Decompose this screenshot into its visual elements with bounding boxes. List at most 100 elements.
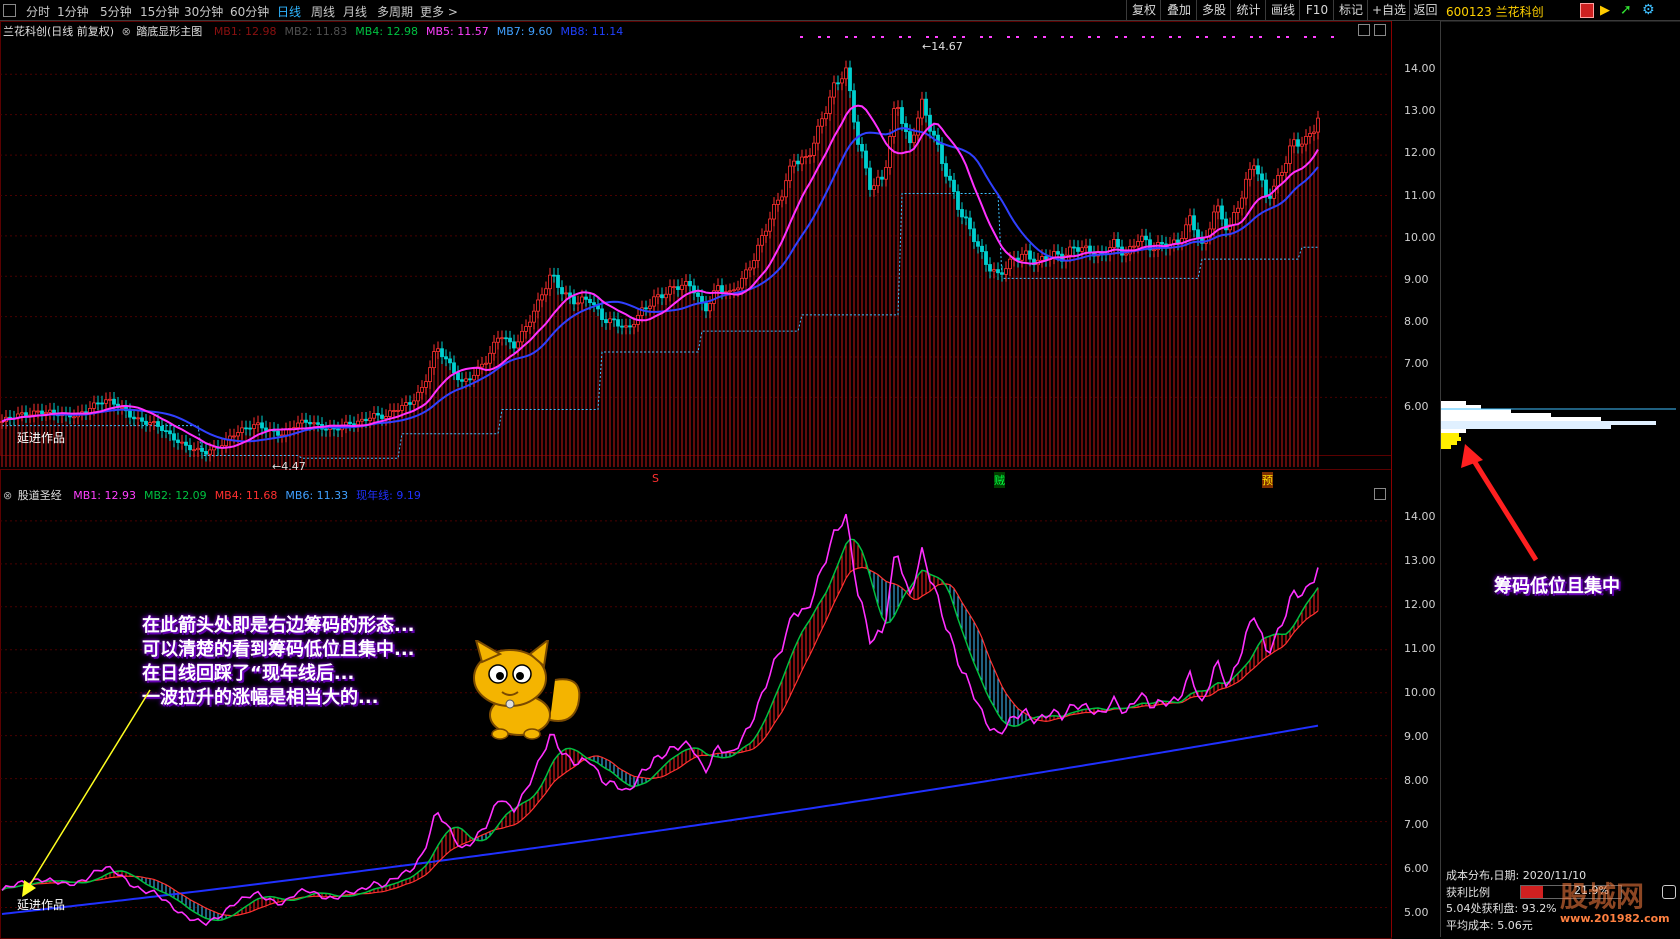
candle-body (472, 374, 476, 381)
main-candlestick-chart[interactable] (0, 36, 1390, 468)
chip-price-row: 5.04处获利盘: 93.2% (1446, 902, 1557, 915)
period-tab-8[interactable]: 月线 (343, 3, 367, 20)
candle-body (444, 356, 448, 360)
panel-maximize-icon[interactable] (1374, 24, 1386, 36)
candle-body (912, 134, 916, 144)
candle-body (808, 155, 812, 158)
candle-body (464, 378, 468, 382)
share-icon[interactable]: ➚ (1620, 2, 1632, 18)
period-tab-1[interactable]: 1分钟 (57, 3, 89, 20)
chip-distribution-chart[interactable] (1441, 21, 1680, 481)
ma-slow-line (1, 127, 1319, 443)
toolbar-button-2[interactable]: 多股 (1196, 0, 1231, 20)
candle-body (716, 285, 720, 292)
price-axis-divider (1391, 21, 1392, 937)
period-tab-4[interactable]: 30分钟 (184, 3, 223, 20)
candle-body (400, 405, 404, 411)
candle-body (860, 144, 864, 152)
year-line (1, 724, 1319, 915)
chip-bar (1441, 425, 1611, 429)
toolbar-button-0[interactable]: 复权 (1126, 0, 1161, 20)
candle-body (440, 348, 444, 358)
period-tab-5[interactable]: 60分钟 (230, 3, 269, 20)
signal-dot (1196, 36, 1199, 38)
ytick-label: 9.00 (1404, 273, 1429, 286)
sub-panel-close-icon[interactable] (1374, 488, 1386, 500)
toolbar-menu-icon[interactable] (3, 4, 16, 17)
candle-body (624, 325, 628, 328)
candle-body (532, 310, 536, 323)
chip-bar (1441, 409, 1511, 413)
flag-icon[interactable]: ▶ (1600, 3, 1610, 18)
candle-body (908, 131, 912, 144)
chip-profit-fill (1521, 886, 1543, 898)
signal-dot (1034, 36, 1037, 38)
candle-body (1248, 168, 1252, 180)
candle-body (804, 156, 808, 159)
candle-body (168, 430, 172, 435)
candle-body (384, 416, 388, 419)
right-annotation-note: 筹码低位且集中 (1494, 576, 1620, 597)
candle-body (504, 337, 508, 340)
period-tab-2[interactable]: 5分钟 (100, 3, 132, 20)
candle-body (1192, 215, 1196, 231)
period-tab-6[interactable]: 日线 (277, 3, 301, 20)
candle-body (800, 156, 804, 165)
candle-body (232, 435, 236, 438)
toolbar-button-3[interactable]: 统计 (1230, 0, 1266, 20)
candle-body (612, 318, 616, 321)
candle-body (376, 413, 380, 416)
toolbar-button-5[interactable]: F10 (1299, 0, 1334, 20)
candle-body (1160, 242, 1164, 245)
signal-dot (1178, 36, 1181, 38)
candle-body (388, 410, 392, 417)
candle-body (156, 421, 160, 427)
candle-body (264, 427, 268, 431)
toolbar-button-6[interactable]: 标记 (1333, 0, 1368, 20)
candle-body (848, 67, 852, 92)
candle-body (672, 286, 676, 289)
candle-body (648, 305, 652, 309)
panel-minimize-icon[interactable] (1358, 24, 1370, 36)
period-tab-3[interactable]: 15分钟 (140, 3, 179, 20)
candle-body (1072, 246, 1076, 249)
candle-body (756, 244, 760, 261)
period-tab-9[interactable]: 多周期 (377, 3, 413, 20)
signal-dot (1331, 36, 1334, 38)
chip-expand-icon[interactable] (1662, 885, 1676, 899)
toolbar-button-8[interactable]: 返回 (1409, 0, 1441, 20)
period-tab-0[interactable]: 分时 (26, 3, 50, 20)
signal-dot (1286, 36, 1289, 38)
ytick-label: 12.00 (1404, 146, 1436, 160)
candle-body (1024, 250, 1028, 255)
candle-body (372, 413, 376, 419)
candle-body (932, 130, 936, 136)
period-tab-7[interactable]: 周线 (311, 3, 335, 20)
candle-body (788, 165, 792, 182)
candle-body (1124, 253, 1128, 256)
candle-body (1008, 258, 1012, 270)
candle-body (768, 218, 772, 232)
candle-body (192, 449, 196, 452)
candle-body (456, 372, 460, 381)
period-tab-10[interactable]: 更多 > (420, 3, 458, 20)
sub-indicator-chart[interactable] (0, 500, 1390, 937)
candle-body (656, 294, 660, 298)
settings-icon[interactable]: ⚙ (1642, 2, 1655, 18)
toolbar-button-1[interactable]: 叠加 (1160, 0, 1197, 20)
toolbar-button-7[interactable]: +自选 (1367, 0, 1410, 20)
candle-body (556, 274, 560, 288)
candle-body (240, 427, 244, 433)
toolbar-button-4[interactable]: 画线 (1265, 0, 1300, 20)
ytick-label: 13.00 (1404, 554, 1436, 567)
candle-body (416, 391, 420, 402)
candle-body (112, 398, 116, 405)
signal-dot (953, 36, 956, 38)
candle-body (668, 286, 672, 295)
candle-body (1044, 256, 1048, 260)
candle-body (1252, 165, 1256, 170)
signal-dot (1016, 36, 1019, 38)
candle-body (920, 98, 924, 119)
list-icon[interactable] (1580, 3, 1594, 18)
candle-body (36, 410, 40, 413)
